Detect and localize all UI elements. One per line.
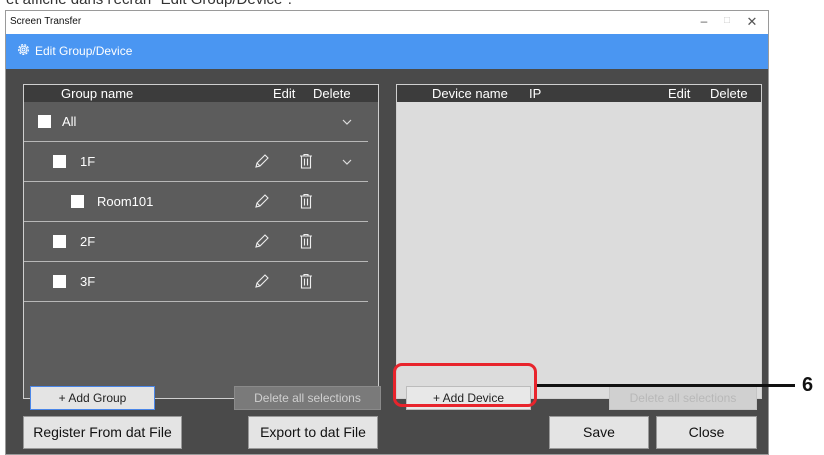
group-label: 2F [80, 234, 96, 249]
group-row-all: All [24, 102, 368, 142]
group-row-1f: 1F [24, 142, 368, 182]
callout-number: 6 [802, 374, 814, 396]
device-panel: Device name IP Edit Delete + Add Device … [396, 84, 762, 410]
maximize-button[interactable]: □ [717, 15, 737, 26]
delete-column-header: Delete [710, 86, 748, 101]
window-title: Screen Transfer [10, 16, 82, 27]
group-row-room101: Room101 [24, 182, 368, 222]
dialog-header: Edit Group/Device [6, 34, 768, 69]
close-window-button[interactable]: ✕ [742, 14, 762, 30]
trash-icon[interactable] [298, 273, 314, 289]
group-panel: Group name Edit Delete All 1F Room101 2F [23, 84, 381, 410]
document-caption: et affiche dans l'écran "Edit Group/Devi… [6, 0, 292, 8]
group-name-column-header: Group name [61, 86, 134, 101]
device-name-column-header: Device name [432, 86, 508, 101]
group-label: 3F [80, 274, 96, 289]
delete-all-devices-button[interactable]: Delete all selections [609, 386, 757, 410]
chevron-down-icon[interactable] [342, 157, 352, 167]
pencil-icon[interactable] [254, 153, 270, 169]
device-table-header: Device name IP Edit Delete [397, 85, 761, 102]
add-group-button[interactable]: + Add Group [30, 386, 155, 410]
edit-column-header: Edit [273, 86, 296, 101]
group-row-3f: 3F [24, 262, 368, 302]
callout-leader-line [537, 384, 795, 387]
edit-column-header: Edit [668, 86, 691, 101]
pencil-icon[interactable] [254, 273, 270, 289]
delete-column-header: Delete [313, 86, 351, 101]
minimize-button[interactable]: – [694, 14, 714, 28]
dialog-title: Edit Group/Device [35, 44, 133, 58]
register-from-dat-button[interactable]: Register From dat File [23, 416, 182, 449]
delete-all-groups-button[interactable]: Delete all selections [234, 386, 381, 410]
trash-icon[interactable] [298, 233, 314, 249]
ip-column-header: IP [529, 86, 542, 101]
group-table-header: Group name Edit Delete [24, 85, 378, 102]
group-label: All [62, 114, 77, 129]
checkbox[interactable] [53, 275, 66, 288]
title-bar: Screen Transfer – □ ✕ [6, 11, 768, 34]
export-dat-button[interactable]: Export to dat File [248, 416, 378, 449]
chevron-down-icon[interactable] [342, 117, 352, 127]
trash-icon[interactable] [298, 153, 314, 169]
pencil-icon[interactable] [254, 233, 270, 249]
checkbox[interactable] [53, 155, 66, 168]
save-button[interactable]: Save [549, 416, 649, 449]
checkbox[interactable] [53, 235, 66, 248]
group-label: 1F [80, 154, 96, 169]
screen-transfer-window: Screen Transfer – □ ✕ Edit Group/Device … [5, 10, 769, 455]
close-button[interactable]: Close [656, 416, 757, 449]
gear-icon [18, 44, 29, 55]
group-label: Room101 [97, 194, 154, 209]
trash-icon[interactable] [298, 193, 314, 209]
checkbox[interactable] [38, 115, 51, 128]
checkbox[interactable] [71, 195, 84, 208]
group-row-2f: 2F [24, 222, 368, 262]
pencil-icon[interactable] [254, 193, 270, 209]
callout-highlight [393, 363, 537, 407]
